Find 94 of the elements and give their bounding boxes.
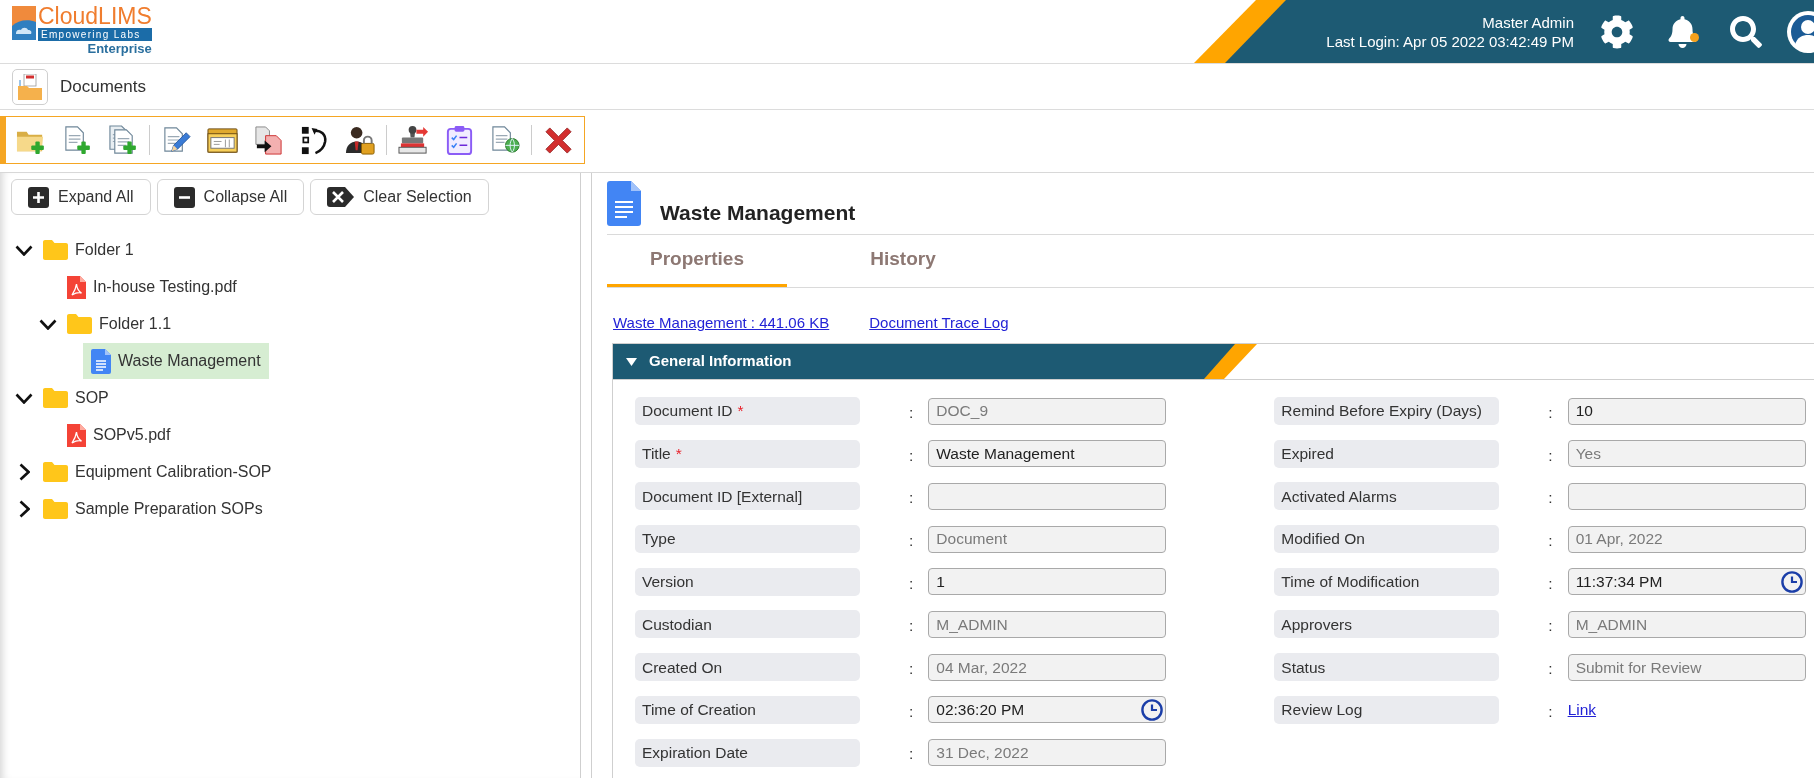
tree-item[interactable]: Equipment Calibration-SOP	[35, 454, 280, 490]
tree-action-button[interactable]: Collapse All	[156, 179, 305, 215]
chevron-right-icon[interactable]	[18, 463, 30, 481]
tree-item[interactable]: SOPv5.pdf	[59, 417, 179, 453]
field-label: Time of Creation	[635, 695, 860, 724]
colon-separator: :	[1548, 488, 1553, 509]
settings-icon[interactable]	[1600, 14, 1634, 49]
page-title: Documents	[60, 75, 146, 98]
documents-plus-icon[interactable]	[107, 124, 139, 156]
clock-icon[interactable]	[1780, 570, 1803, 593]
colon-separator: :	[909, 701, 914, 722]
folder-icon	[43, 499, 68, 519]
chevron-right-icon[interactable]	[18, 500, 30, 518]
field-label: Review Log	[1274, 695, 1500, 724]
folder-icon	[43, 240, 68, 260]
documents-folder-icon	[12, 68, 48, 105]
input-field[interactable]: 02:36:20 PM	[928, 696, 1167, 724]
folder-icon	[43, 388, 68, 408]
field-label: Custodian	[635, 610, 860, 639]
tree-item[interactable]: In-house Testing.pdf	[59, 269, 245, 305]
tree-item[interactable]: Sample Preparation SOPs	[35, 491, 271, 527]
field-label: Type	[635, 525, 860, 554]
tab[interactable]: History	[813, 235, 993, 287]
input-field[interactable]: Waste Management	[928, 440, 1167, 468]
pdf-file-icon	[67, 423, 86, 447]
colon-separator: :	[909, 488, 914, 509]
x-mark-icon[interactable]	[542, 124, 574, 156]
document-globe-icon[interactable]	[489, 124, 521, 156]
logo-icon	[12, 6, 36, 40]
field-label: Time of Modification	[1274, 567, 1500, 596]
tree-item[interactable]: Folder 1	[35, 232, 142, 268]
input-field[interactable]: 10	[1567, 397, 1806, 425]
clear-tag-icon	[327, 187, 355, 207]
chevron-down-icon[interactable]	[15, 392, 33, 404]
review-log-link[interactable]: Link	[1567, 698, 1597, 722]
search-icon[interactable]	[1730, 15, 1762, 48]
logo-edition: Enterprise	[87, 41, 152, 56]
field-label: Remind Before Expiry (Days)	[1274, 397, 1500, 425]
plus-square-icon	[28, 186, 49, 208]
colon-separator: :	[1548, 530, 1553, 551]
clock-icon[interactable]	[1141, 698, 1164, 721]
document-icon	[607, 181, 641, 226]
colon-separator: :	[909, 445, 914, 466]
colon-separator: :	[1548, 701, 1553, 722]
tree-item[interactable]: Waste Management	[83, 343, 269, 379]
folder-icon	[67, 314, 92, 334]
colon-separator: :	[1548, 616, 1553, 637]
input-field[interactable]: 1	[928, 568, 1167, 596]
field-label: Document ID *	[635, 397, 860, 425]
colon-separator: :	[909, 616, 914, 637]
tree-item[interactable]: SOP	[35, 380, 117, 416]
colon-separator: :	[909, 530, 914, 551]
tree-action-button[interactable]: Clear Selection	[310, 179, 489, 215]
field-label: Expired	[1274, 439, 1500, 468]
user-lock-icon[interactable]	[344, 124, 376, 156]
section-header[interactable]: General Information	[613, 344, 1257, 379]
field-label: Activated Alarms	[1274, 482, 1500, 511]
colon-separator: :	[909, 744, 914, 765]
field-label: Expiration Date	[635, 738, 860, 767]
logo-wordmark: CloudLIMS	[38, 6, 152, 27]
document-icon	[91, 348, 111, 374]
avatar-icon[interactable]	[1787, 10, 1814, 53]
folder-icon	[43, 462, 68, 482]
colon-separator: :	[909, 659, 914, 679]
document-link[interactable]: Document Trace Log	[869, 314, 1009, 332]
tab[interactable]: Properties	[607, 235, 787, 287]
field-label: Status	[1274, 653, 1500, 682]
pdf-file-icon	[67, 275, 86, 299]
field-label: Document ID [External]	[635, 482, 860, 511]
document-arrow-icon[interactable]	[252, 124, 284, 156]
chevron-down-icon[interactable]	[39, 318, 57, 330]
colon-separator: :	[1548, 573, 1553, 594]
logo-tagline: Empowering Labs	[38, 28, 152, 41]
field-label: Version	[635, 567, 860, 596]
document-title: Waste Management	[660, 201, 856, 225]
colon-separator: :	[1548, 402, 1553, 423]
tree-item[interactable]: Folder 1.1	[59, 306, 180, 342]
stamp-icon[interactable]	[397, 124, 429, 156]
colon-separator: :	[1548, 445, 1553, 466]
user-name: Master Admin	[1482, 12, 1574, 32]
field-label: Approvers	[1274, 610, 1500, 639]
colon-separator: :	[909, 573, 914, 594]
last-login-text: Last Login: Apr 05 2022 03:42:49 PM	[1326, 31, 1574, 51]
field-label: Modified On	[1274, 525, 1500, 554]
minus-square-icon	[173, 186, 195, 208]
input-field[interactable]: 11:37:34 PM	[1567, 568, 1806, 596]
field-label: Created On	[635, 653, 860, 682]
field-label: Title *	[635, 439, 860, 468]
input-field[interactable]	[928, 482, 1167, 510]
colon-separator: :	[909, 402, 914, 423]
tree-action-button[interactable]: Expand All	[11, 179, 151, 215]
chevron-down-icon[interactable]	[15, 244, 33, 256]
colon-separator: :	[1548, 659, 1553, 679]
document-link[interactable]: Waste Management : 441.06 KB	[613, 314, 830, 332]
